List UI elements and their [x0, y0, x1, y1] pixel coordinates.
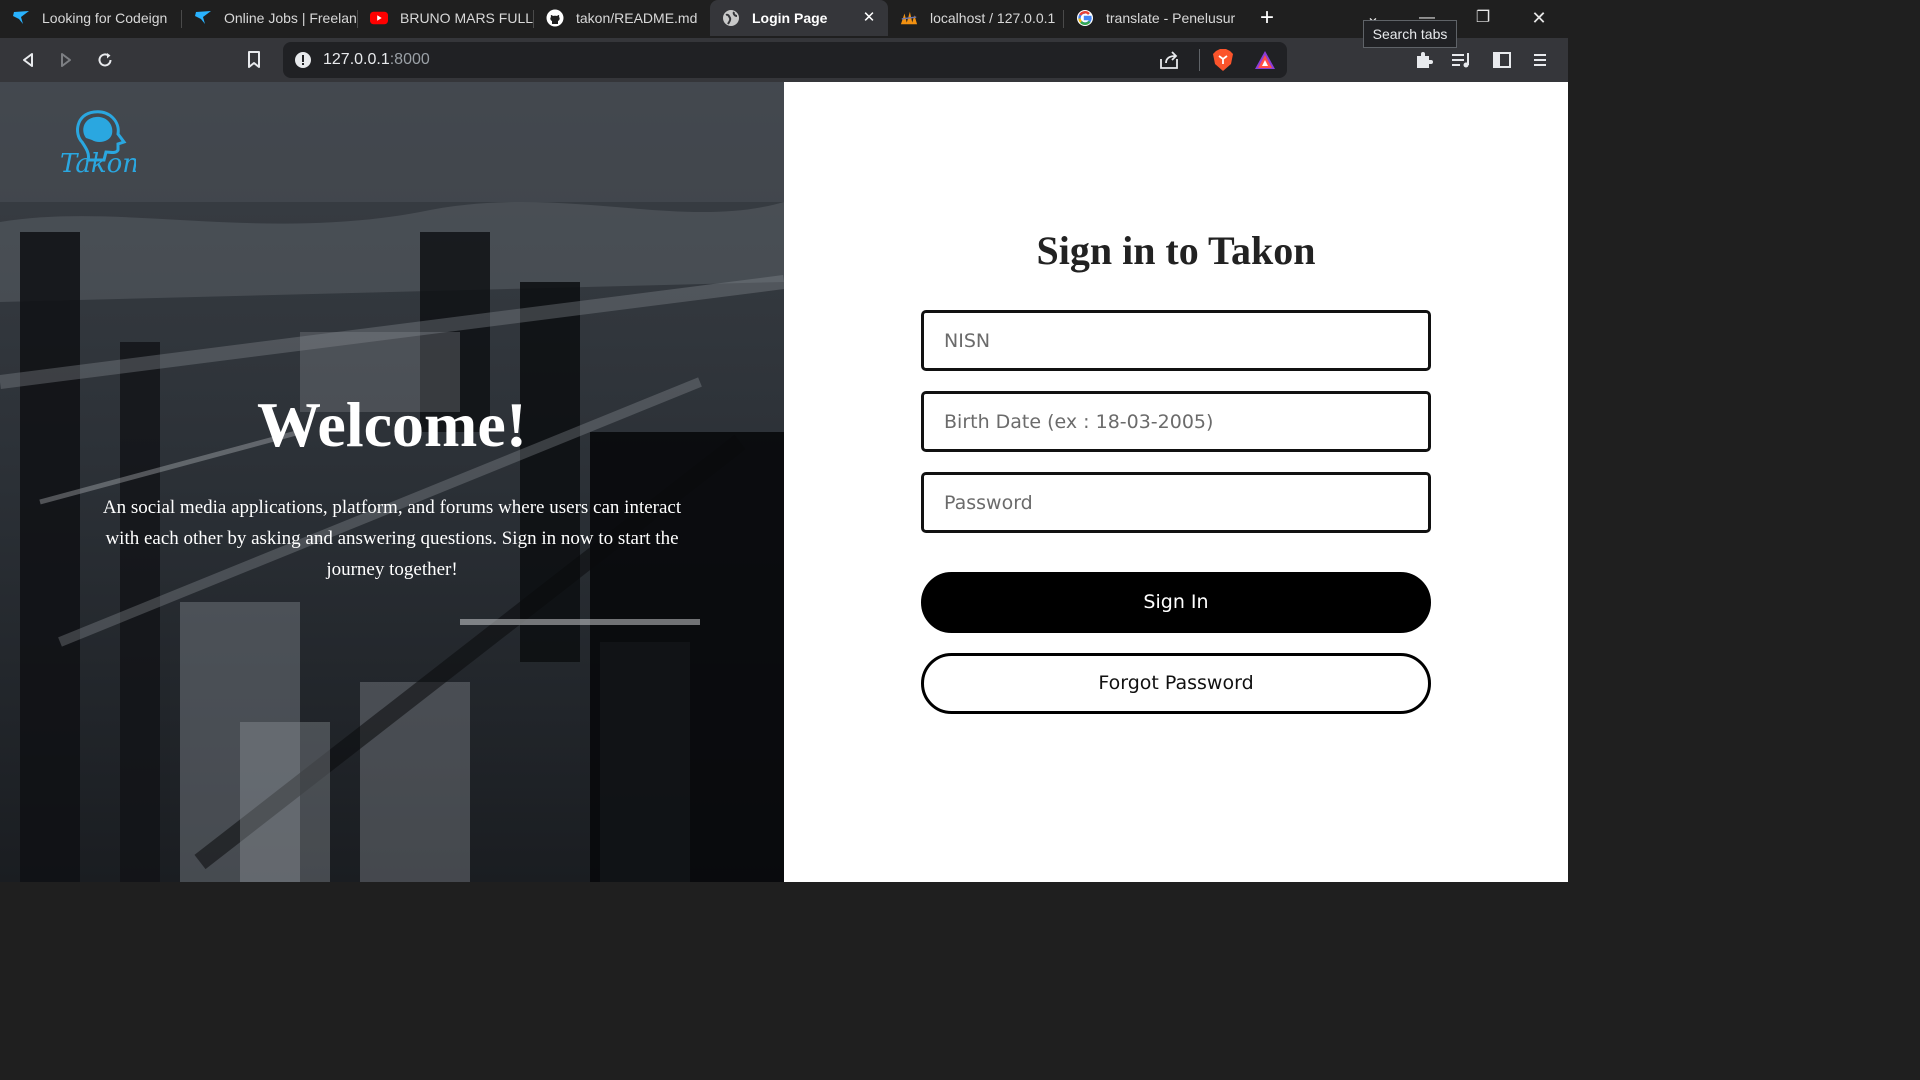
signin-title: Sign in to Takon — [1036, 228, 1316, 273]
sidebar-icon[interactable] — [1490, 48, 1514, 72]
tab-title: BRUNO MARS FULL — [400, 10, 534, 26]
tab-takon-readme[interactable]: takon/README.md — [534, 0, 710, 36]
tab-strip: Looking for Codeign Online Jobs | Freela… — [0, 0, 1568, 48]
bookmark-icon[interactable] — [242, 48, 266, 72]
phpmyadmin-icon — [900, 9, 918, 27]
tab-title: translate - Penelusur — [1106, 10, 1236, 26]
welcome-heading: Welcome! — [256, 389, 528, 460]
signin-button[interactable]: Sign In — [921, 572, 1431, 633]
close-tab-icon[interactable]: ✕ — [860, 9, 878, 27]
brave-shields-icon[interactable] — [1212, 48, 1234, 72]
logo-wordmark: Takon — [60, 149, 136, 179]
tab-online-jobs[interactable]: Online Jobs | Freelan — [182, 0, 358, 36]
freelancer-icon — [12, 9, 30, 27]
page-viewport: Takon Welcome! An social media applicati… — [0, 82, 1568, 882]
tab-translate[interactable]: translate - Penelusur — [1064, 0, 1240, 36]
birth-date-input[interactable] — [921, 391, 1431, 452]
url-text: 127.0.0.1:8000 — [323, 51, 430, 69]
hero-panel: Takon Welcome! An social media applicati… — [0, 82, 784, 882]
tab-phpmyadmin[interactable]: localhost / 127.0.0.1 — [888, 0, 1064, 36]
browser-toolbar: 127.0.0.1:8000 — [0, 38, 1568, 82]
takon-logo[interactable]: Takon — [56, 104, 139, 180]
tab-looking-for-codeigniter[interactable]: Looking for Codeign — [0, 0, 182, 36]
login-panel: Sign in to Takon Sign In Forgot Password — [784, 82, 1568, 882]
media-controls-icon[interactable] — [1450, 48, 1474, 72]
url-port: :8000 — [389, 51, 430, 68]
menu-icon[interactable] — [1528, 48, 1552, 72]
abstract-painting-background — [0, 82, 784, 882]
youtube-icon — [370, 9, 388, 27]
tab-title: Login Page — [752, 10, 828, 26]
tab-login-page[interactable]: Login Page ✕ — [710, 0, 888, 36]
restore-icon[interactable]: ❐ — [1468, 6, 1498, 32]
freelancer-icon — [194, 9, 212, 27]
share-icon[interactable] — [1158, 50, 1180, 70]
intro-text: An social media applications, platform, … — [102, 497, 682, 580]
google-icon — [1076, 9, 1094, 27]
nisn-input[interactable] — [921, 310, 1431, 371]
tab-title: takon/README.md — [576, 10, 698, 26]
browser-window: Looking for Codeign Online Jobs | Freela… — [0, 0, 1568, 882]
extensions-icon[interactable] — [1412, 48, 1436, 72]
github-icon — [546, 9, 564, 27]
forgot-password-button[interactable]: Forgot Password — [921, 653, 1431, 714]
back-icon[interactable] — [16, 48, 40, 72]
forward-icon[interactable] — [54, 48, 78, 72]
tab-bruno-mars[interactable]: BRUNO MARS FULL — [358, 0, 534, 36]
close-window-icon[interactable]: ✕ — [1524, 6, 1554, 32]
url-host: 127.0.0.1 — [323, 51, 390, 68]
tab-title: localhost / 127.0.0.1 — [930, 10, 1056, 26]
new-tab-button[interactable]: + — [1254, 6, 1280, 32]
address-bar[interactable]: 127.0.0.1:8000 — [283, 42, 1287, 78]
tab-title: Online Jobs | Freelan — [224, 10, 357, 26]
brave-rewards-icon[interactable] — [1254, 49, 1276, 71]
globe-icon — [722, 9, 740, 27]
site-info-icon[interactable] — [293, 50, 313, 70]
divider — [1199, 49, 1200, 71]
password-input[interactable] — [921, 472, 1431, 533]
reload-icon[interactable] — [93, 48, 117, 72]
tab-title: Looking for Codeign — [42, 10, 168, 26]
search-tabs-tooltip: Search tabs — [1363, 20, 1457, 48]
